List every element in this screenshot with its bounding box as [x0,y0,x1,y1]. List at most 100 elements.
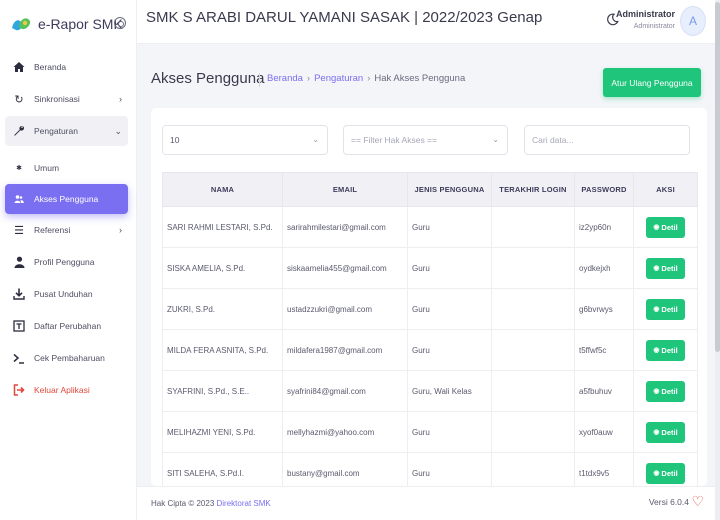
sidebar-item-pusat-unduhan[interactable]: Pusat Unduhan [5,279,128,309]
list-icon: ☰ [14,224,24,237]
brand-logo-icon [10,15,32,33]
breadcrumb: Beranda › Pengaturan › Hak Akses Pengguna [259,73,465,87]
reset-users-button[interactable]: Atur Ulang Pengguna [603,68,701,97]
sidebar-item-label: Beranda [34,62,67,72]
cell-aksi: ◉ Detil [633,411,698,453]
terminal-icon [12,351,26,365]
sidebar-item-referensi[interactable]: ☰ Referensi › [5,215,128,245]
detail-button[interactable]: ◉ Detil [646,298,685,320]
cell-email: mellyhazmi@yahoo.com [282,411,408,453]
cell-login [491,411,575,453]
page-title: Akses Pengguna [151,70,265,87]
cell-email: mildafera1987@gmail.com [282,329,408,371]
chevron-down-icon: ⌄ [312,135,319,144]
breadcrumb-beranda[interactable]: Beranda [267,73,303,84]
table-row: SYAFRINI, S.Pd., S.E.. syafrini84@gmail.… [162,370,698,412]
search-input[interactable]: Cari data... [524,125,690,155]
cell-jenis: Guru [407,329,492,371]
detail-button[interactable]: ◉ Detil [646,380,685,402]
cell-aksi: ◉ Detil [633,370,698,412]
top-header: SMK S ARABI DARUL YAMANI SASAK | 2022/20… [137,0,720,44]
sidebar-item-akses-pengguna[interactable]: Akses Pengguna [5,184,128,214]
eye-icon: ◉ [653,224,660,231]
detail-button[interactable]: ◉ Detil [646,462,685,484]
cell-password: g6bvrwys [574,288,634,330]
role-filter-select[interactable]: == Filter Hak Akses == ⌄ [343,125,508,155]
column-header-nama[interactable]: NAMA [162,172,283,207]
logout-icon [12,383,26,397]
sidebar-item-daftar-perubahan[interactable]: Daftar Perubahan [5,311,128,341]
detail-button-label: Detil [661,304,678,314]
cell-nama: SITI SALEHA, S.Pd.I. [162,452,283,486]
sidebar-item-label: Daftar Perubahan [34,321,102,331]
breadcrumb-pengaturan[interactable]: Pengaturan [314,73,363,84]
sidebar-item-cek-pembaharuan[interactable]: Cek Pembaharuan [5,343,128,373]
wrench-icon [12,124,26,138]
detail-button[interactable]: ◉ Detil [646,339,685,361]
cell-email: ustadzzukri@gmail.com [282,288,408,330]
page-scrollbar[interactable] [715,0,720,520]
column-header-password[interactable]: PASSWORD [574,172,634,207]
detail-button-label: Detil [661,468,678,478]
users-icon [12,192,26,206]
cell-password: oydkejxh [574,247,634,289]
footer-link[interactable]: Direktorat SMK [217,499,271,508]
users-table: NAMA EMAIL JENIS PENGGUNA TERAKHIR LOGIN… [162,172,698,486]
heart-icon: ♡ [691,493,704,509]
sidebar-item-umum[interactable]: ✱ Umum [5,153,128,183]
sidebar-item-sinkronisasi[interactable]: ↻ Sinkronisasi › [5,84,128,114]
table-row: SISKA AMELIA, S.Pd. siskaamelia455@gmail… [162,247,698,289]
column-header-jenis-pengguna[interactable]: JENIS PENGGUNA [407,172,492,207]
sidebar-item-label: Keluar Aplikasi [34,385,90,395]
sidebar-item-label: Umum [34,163,60,173]
detail-button[interactable]: ◉ Detil [646,257,685,279]
breadcrumb-separator: › [367,73,371,84]
sidebar-item-label: Cek Pembaharuan [34,353,105,363]
cell-password: a5fbuhuv [574,370,634,412]
cell-login [491,206,575,248]
user-role: Administrator [633,23,675,30]
per-page-select[interactable]: 10 ⌄ [162,125,328,155]
sidebar: e-Rapor SMK Beranda ↻ Sinkronisasi › Pen… [0,0,137,520]
cell-jenis: Guru [407,206,492,248]
cell-nama: MILDA FERA ASNITA, S.Pd. [162,329,283,371]
version-text: Versi 6.0.4 [648,497,689,507]
eye-icon: ◉ [653,429,660,436]
eye-icon: ◉ [653,306,660,313]
sidebar-item-label: Akses Pengguna [34,194,99,204]
detail-button[interactable]: ◉ Detil [646,421,685,443]
detail-button[interactable]: ◉ Detil [646,216,685,238]
sidebar-item-pengaturan[interactable]: Pengaturan ⌄ [5,116,128,146]
avatar[interactable]: A [680,6,706,36]
table-row: ZUKRI, S.Pd. ustadzzukri@gmail.com Guru … [162,288,698,330]
sidebar-item-label: Profil Pengguna [34,257,95,267]
cell-jenis: Guru, Wali Kelas [407,370,492,412]
cell-login [491,247,575,289]
per-page-value: 10 [170,135,180,145]
cell-login [491,370,575,412]
chevron-down-icon: ⌄ [114,125,122,136]
scrollbar-thumb[interactable] [715,2,720,352]
sidebar-item-profil-pengguna[interactable]: Profil Pengguna [5,247,128,277]
detail-button-label: Detil [661,345,678,355]
cell-aksi: ◉ Detil [633,247,698,289]
user-name[interactable]: Administrator [616,9,675,19]
cell-email: sarirahmilestari@gmail.com [282,206,408,248]
column-header-email[interactable]: EMAIL [282,172,408,207]
cell-email: syafrini84@gmail.com [282,370,408,412]
user-icon [12,255,26,269]
cell-login [491,452,575,486]
column-header-terakhir-login[interactable]: TERAKHIR LOGIN [491,172,575,207]
sidebar-toggle-icon[interactable] [114,17,126,29]
cell-password: t5ffwf5c [574,329,634,371]
detail-button-label: Detil [661,222,678,232]
brand-name: e-Rapor SMK [38,16,123,32]
footer: Hak Cipta © 2023 Direktorat SMK Versi 6.… [137,486,715,520]
sidebar-item-beranda[interactable]: Beranda [5,52,128,82]
cell-jenis: Guru [407,411,492,453]
gear-icon: ✱ [16,165,22,172]
detail-button-label: Detil [661,263,678,273]
cell-aksi: ◉ Detil [633,288,698,330]
sidebar-item-keluar-aplikasi[interactable]: Keluar Aplikasi [5,375,128,405]
sync-icon: ↻ [14,93,24,106]
